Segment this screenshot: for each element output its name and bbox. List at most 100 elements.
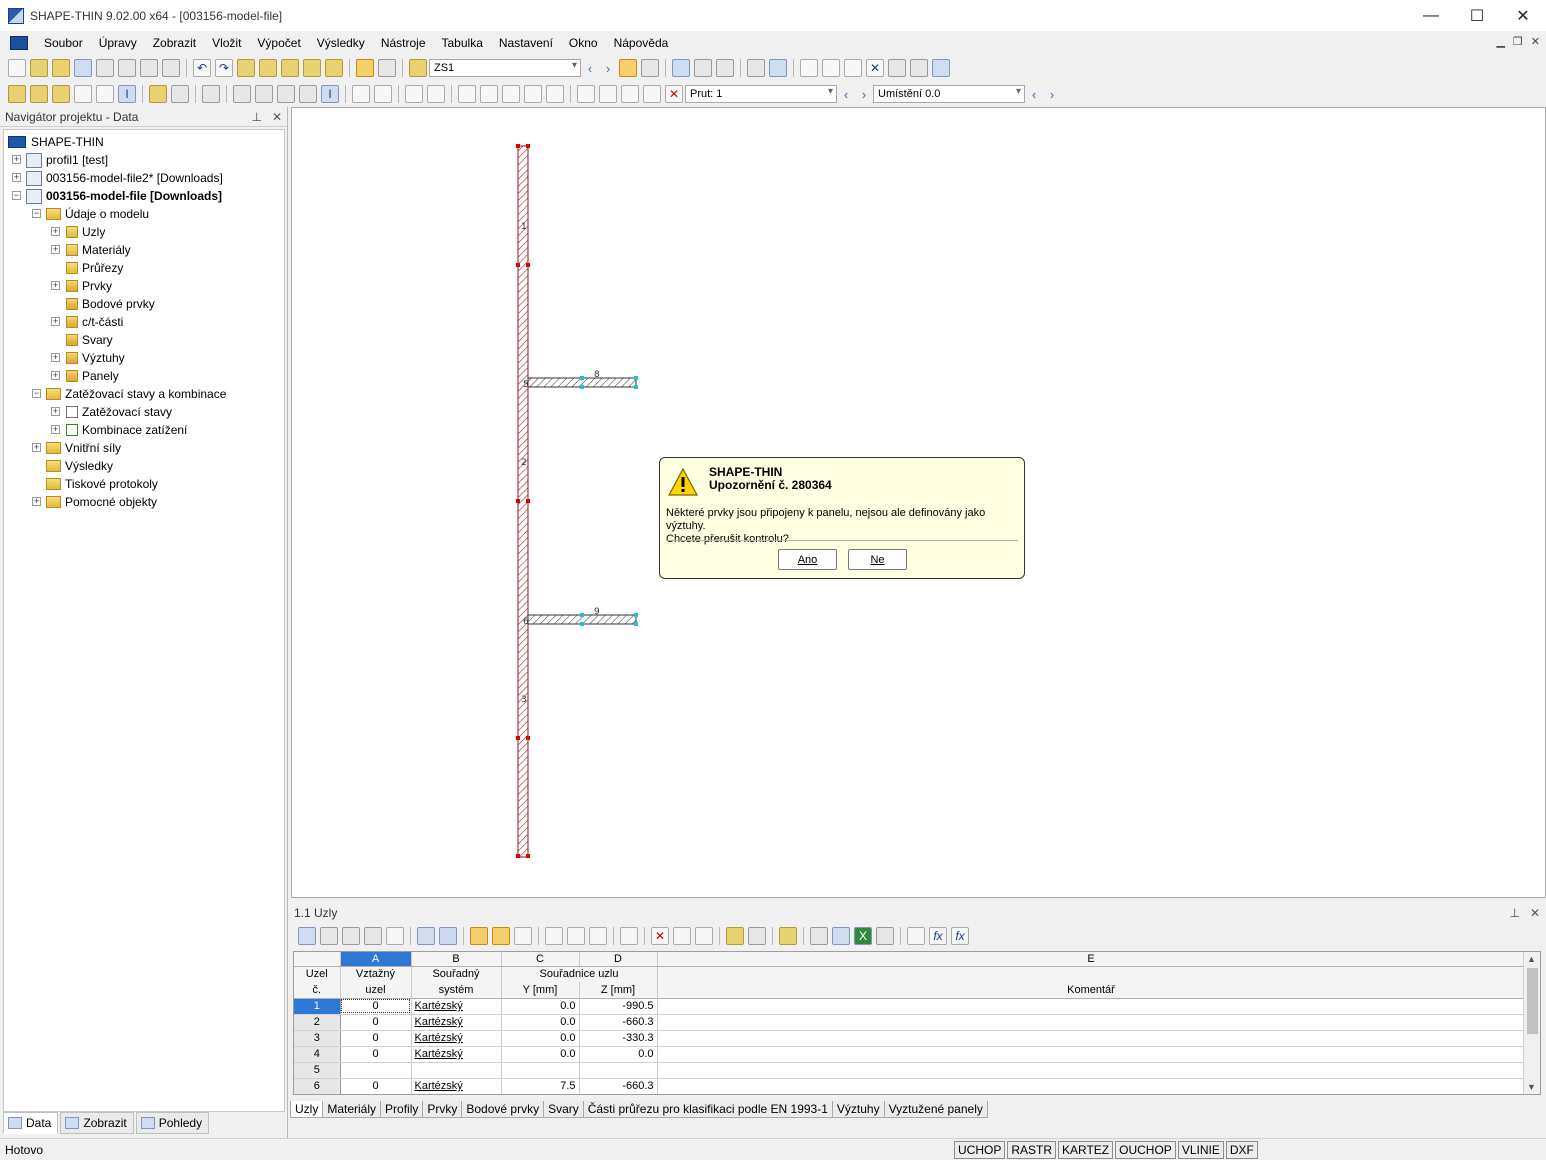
cell-z[interactable]: -660.3 bbox=[579, 1078, 658, 1094]
table-filter-icon[interactable] bbox=[470, 927, 488, 945]
member-next-icon[interactable]: › bbox=[855, 87, 873, 102]
cell-y[interactable]: 0.0 bbox=[501, 1046, 580, 1063]
row-number[interactable]: 2 bbox=[294, 1014, 341, 1031]
nodes-table[interactable]: A B C D E Uzel Vztažný Souřadný Souřadni… bbox=[293, 951, 1541, 1095]
table-edit-icon[interactable] bbox=[779, 927, 797, 945]
member-prev-icon[interactable]: ‹ bbox=[837, 87, 855, 102]
magnify-icon[interactable] bbox=[255, 85, 273, 103]
close-button[interactable]: ✕ bbox=[1500, 0, 1546, 31]
tree-model-data[interactable]: Údaje o modelu bbox=[46, 205, 149, 223]
table-icon[interactable] bbox=[621, 85, 639, 103]
table-row[interactable]: 6 0 Kartézský 7.5 -660.3 bbox=[294, 1078, 1526, 1094]
mdi-minimize-icon[interactable]: ▁ bbox=[1496, 35, 1504, 48]
cell-comment[interactable] bbox=[657, 1078, 1526, 1094]
location-next-icon[interactable]: › bbox=[1043, 87, 1061, 102]
zoom-icon[interactable] bbox=[303, 59, 321, 77]
tree-printouts[interactable]: Tiskové protokoly bbox=[46, 475, 158, 493]
table-row[interactable]: 3 0 Kartézský 0.0 -330.3 bbox=[294, 1030, 1526, 1047]
table-calc-icon[interactable] bbox=[876, 927, 894, 945]
dimension-icon[interactable] bbox=[149, 85, 167, 103]
tree-internal-forces[interactable]: Vnitřní síly bbox=[46, 439, 121, 457]
open-example-icon[interactable] bbox=[52, 59, 70, 77]
s-omega-icon[interactable] bbox=[427, 85, 445, 103]
table-split-icon[interactable] bbox=[673, 927, 691, 945]
tree-root[interactable]: SHAPE-THIN bbox=[8, 133, 104, 151]
table-row[interactable]: 4 0 Kartézský 0.0 0.0 bbox=[294, 1046, 1526, 1063]
cell-comment[interactable] bbox=[657, 1030, 1526, 1047]
tree-stiffeners[interactable]: Výztuhy bbox=[66, 349, 125, 367]
tree-project[interactable]: 003156-model-file2* [Downloads] bbox=[26, 169, 223, 187]
expand-icon[interactable]: + bbox=[51, 317, 60, 326]
result-values-icon[interactable] bbox=[641, 59, 659, 77]
ellipse-icon[interactable] bbox=[599, 85, 617, 103]
cell-z[interactable]: -330.3 bbox=[579, 1030, 658, 1047]
percent-icon[interactable] bbox=[524, 85, 542, 103]
menu-edit[interactable]: Úpravy bbox=[91, 36, 145, 50]
no-button[interactable]: Ne bbox=[848, 549, 907, 570]
sigma-vpl-icon[interactable] bbox=[546, 85, 564, 103]
scroll-thumb[interactable] bbox=[1527, 968, 1538, 1034]
collapse-icon[interactable]: − bbox=[32, 389, 41, 398]
expand-icon[interactable]: + bbox=[51, 407, 60, 416]
location-select[interactable]: Umístění 0.0 bbox=[873, 85, 1025, 103]
view-film2-icon[interactable] bbox=[716, 59, 734, 77]
save-icon[interactable] bbox=[74, 59, 92, 77]
collapse-icon[interactable]: − bbox=[12, 191, 21, 200]
menu-settings[interactable]: Nastavení bbox=[491, 36, 561, 50]
expand-icon[interactable]: + bbox=[32, 443, 41, 452]
cell-coord-system[interactable]: Kartézský bbox=[411, 1014, 502, 1031]
print-icon[interactable] bbox=[118, 59, 136, 77]
table-add-icon[interactable] bbox=[298, 927, 316, 945]
tree-elements[interactable]: Prvky bbox=[66, 277, 112, 295]
column-letter[interactable]: A bbox=[340, 952, 412, 967]
pin-icon[interactable]: ⊥ bbox=[1509, 906, 1519, 920]
view-rotate-icon[interactable] bbox=[672, 59, 690, 77]
table-row[interactable]: 5 bbox=[294, 1062, 1526, 1079]
dxf-toggle[interactable]: DXF bbox=[1225, 1141, 1258, 1159]
node-icon[interactable] bbox=[800, 59, 818, 77]
check-icon[interactable] bbox=[233, 85, 251, 103]
new-weld-icon[interactable] bbox=[96, 85, 114, 103]
table-delete-row-icon[interactable]: ✕ bbox=[651, 927, 669, 945]
cell-ref-node[interactable]: 0 bbox=[340, 1046, 412, 1063]
clear-x-icon[interactable]: ✕ bbox=[665, 85, 683, 103]
cell-ref-node[interactable] bbox=[340, 1062, 412, 1079]
cell-z[interactable]: 0.0 bbox=[579, 1046, 658, 1063]
mdi-restore-icon[interactable]: ❐ bbox=[1513, 35, 1523, 48]
tab-display[interactable]: Zobrazit bbox=[60, 1112, 134, 1134]
snap-toggle[interactable]: UCHOP bbox=[954, 1141, 1006, 1159]
cell-y[interactable] bbox=[501, 1062, 580, 1079]
cell-ref-node[interactable]: 0 bbox=[340, 1078, 412, 1094]
expand-icon[interactable]: + bbox=[51, 281, 60, 290]
tab-data[interactable]: Data bbox=[3, 1112, 59, 1134]
tree-nodes[interactable]: Uzly bbox=[66, 223, 105, 241]
row-number[interactable]: 3 bbox=[294, 1030, 341, 1047]
tab-materials[interactable]: Materiály bbox=[322, 1101, 382, 1118]
table-next-icon[interactable] bbox=[439, 927, 457, 945]
tree-project[interactable]: profil1 [test] bbox=[26, 151, 108, 169]
cell-ref-node[interactable]: 0 bbox=[340, 1014, 412, 1031]
cell-ref-node[interactable]: 0 bbox=[340, 1030, 412, 1047]
cell-y[interactable]: 0.0 bbox=[501, 1014, 580, 1031]
tau-icon[interactable] bbox=[480, 85, 498, 103]
grid-toggle[interactable]: RASTR bbox=[1007, 1141, 1057, 1159]
table-view-icon[interactable] bbox=[832, 927, 850, 945]
camera-icon[interactable] bbox=[888, 59, 906, 77]
view-film-icon[interactable] bbox=[694, 59, 712, 77]
scroll-up-icon[interactable]: ▲ bbox=[1527, 954, 1536, 964]
settings-gear-icon[interactable] bbox=[932, 59, 950, 77]
member-select[interactable]: Prut: 1 bbox=[685, 85, 837, 103]
tree-project-active[interactable]: 003156-model-file [Downloads] bbox=[26, 187, 222, 205]
search-icon[interactable] bbox=[259, 59, 277, 77]
undo-icon[interactable]: ↶ bbox=[193, 59, 211, 77]
table-view-icon[interactable] bbox=[356, 59, 374, 77]
tab-nodes[interactable]: Uzly bbox=[290, 1101, 324, 1118]
previous-arrow-icon[interactable]: ‹ bbox=[581, 61, 599, 76]
menu-file[interactable]: Soubor bbox=[36, 36, 91, 50]
tree-ct-parts[interactable]: c/t-části bbox=[66, 313, 123, 331]
cell-coord-system[interactable]: Kartézský bbox=[411, 998, 502, 1015]
tree-results[interactable]: Výsledky bbox=[46, 457, 113, 475]
cell-comment[interactable] bbox=[657, 998, 1526, 1015]
print-preview-icon[interactable] bbox=[140, 59, 158, 77]
tab-elements[interactable]: Prvky bbox=[422, 1101, 463, 1118]
